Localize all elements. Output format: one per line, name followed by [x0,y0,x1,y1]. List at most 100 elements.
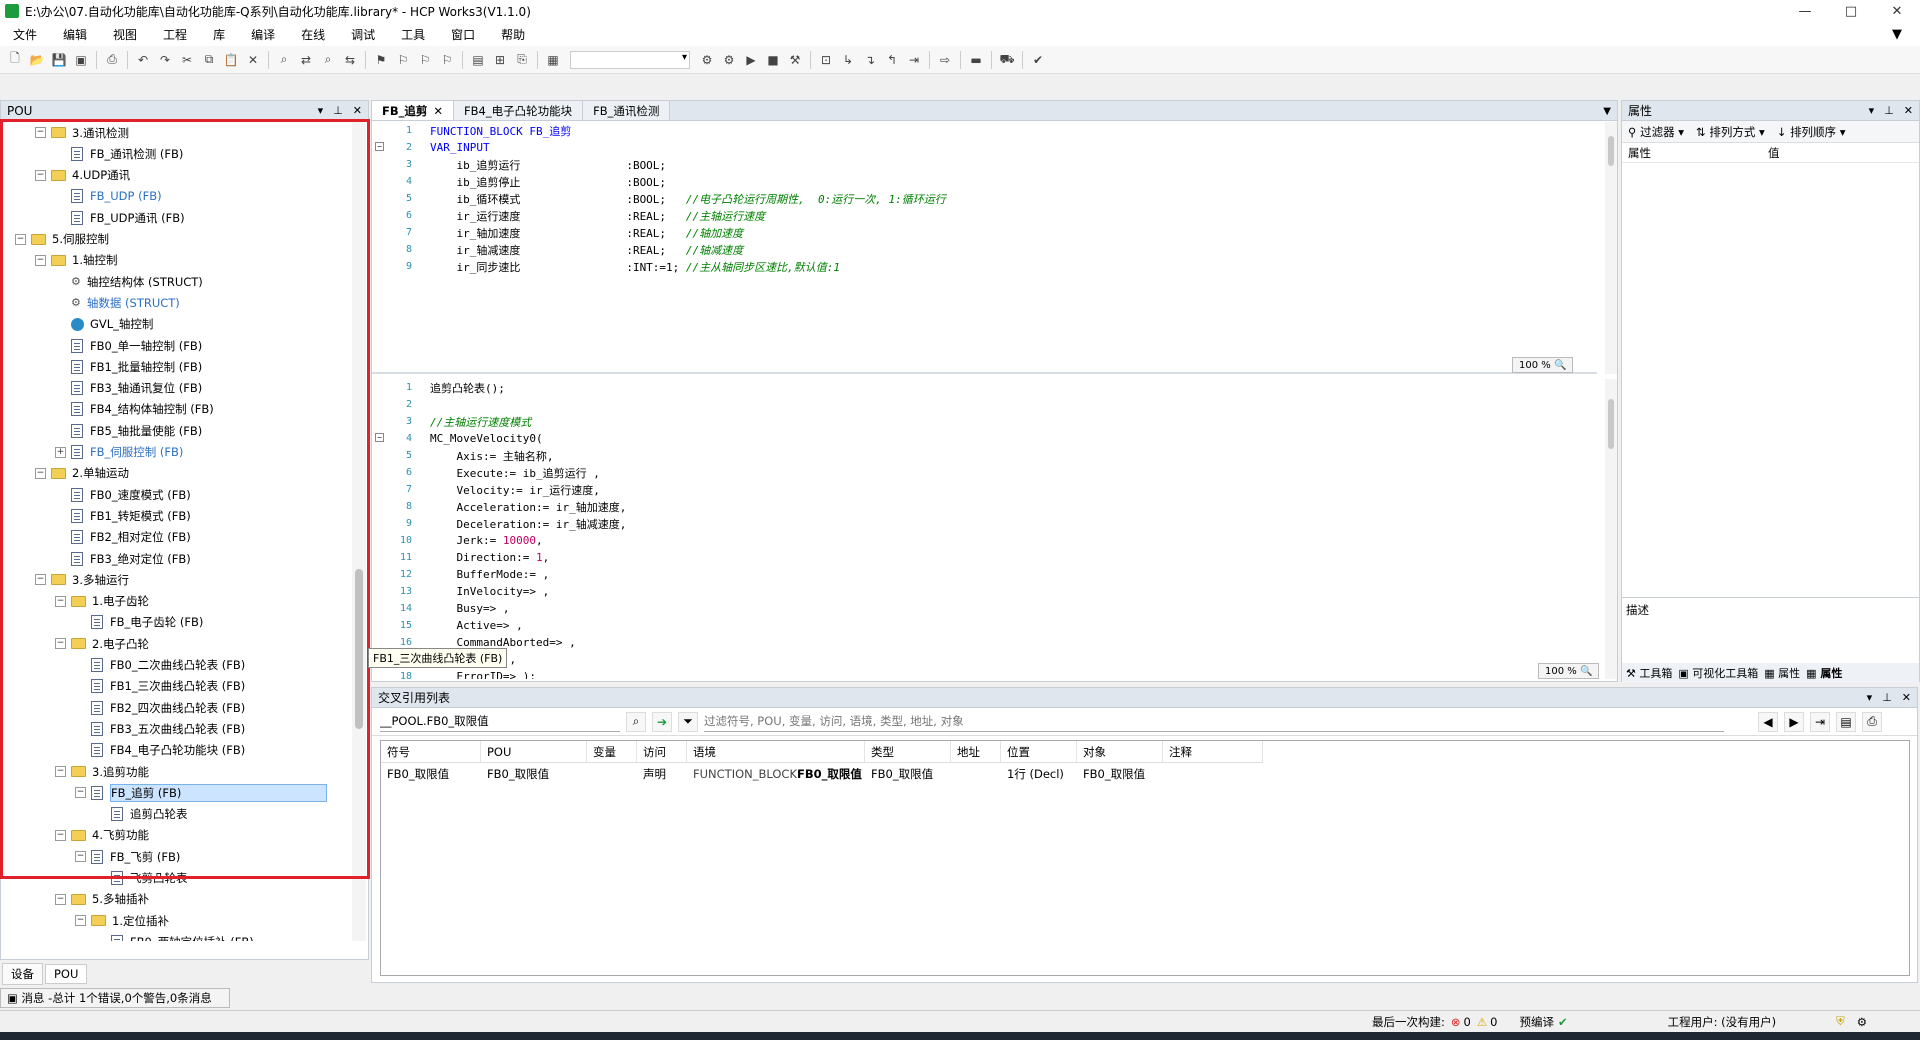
print-icon[interactable]: ⎙ [102,50,122,70]
tree-item[interactable]: FB1_转矩模式 (FB) [55,505,191,526]
xref-column-header[interactable]: POU [481,741,587,763]
tree-item[interactable]: FB5_轴批量使能 (FB) [55,420,202,441]
reset-icon[interactable]: ⚒ [785,50,805,70]
tree-item[interactable]: FB3_绝对定位 (FB) [55,548,191,569]
tree-item[interactable]: − 1.定位插补 [75,910,169,931]
tree-item[interactable]: FB3_五次曲线凸轮表 (FB) [75,718,245,739]
step-into-icon[interactable]: ↴ [860,50,880,70]
xref-column-header[interactable]: 地址 [951,741,1001,763]
impl-scrollbar[interactable] [1605,379,1617,679]
stop-icon[interactable]: ■ [763,50,783,70]
tab-toolbox[interactable]: ⚒ 工具箱 [1626,665,1672,681]
properties-icon[interactable]: ⎘ [512,50,532,70]
tree-expander-icon[interactable]: + [55,446,66,458]
menu-online[interactable]: 在线 [288,26,338,43]
code-line[interactable]: 1 追剪凸轮表(); [372,379,1597,396]
tree-item[interactable]: − 3.多轴运行 [35,569,129,590]
code-line[interactable]: 1 FUNCTION_BLOCK FB_追剪 [372,122,1597,139]
save-all-icon[interactable]: ▣ [71,50,91,70]
find-replace-icon[interactable]: ⇄ [296,50,316,70]
find-icon[interactable]: ⌕ [274,50,294,70]
xref-column-header[interactable]: 变量 [587,741,637,763]
cart-icon[interactable]: ⛟ [997,50,1017,70]
menu-project[interactable]: 工程 [150,26,200,43]
tree-expander-icon[interactable]: − [35,169,46,181]
device-icon[interactable]: ▦ [543,50,563,70]
paste-icon[interactable]: 📋 [221,50,241,70]
decl-zoom[interactable]: 100 % 🔍 [1512,357,1574,373]
tree-item[interactable]: 飞剪凸轮表 [95,868,188,889]
tree-expander-icon[interactable]: − [35,467,46,479]
pin-icon[interactable]: ⊥ [1884,104,1894,117]
tab-close-icon[interactable]: ✕ [433,104,443,118]
messages-tab[interactable]: ▣ 消息 -总计 1个错误,0个警告,0条消息 [0,988,230,1008]
xref-column-header[interactable]: 对象 [1077,741,1163,763]
tab-fb-comm-check[interactable]: FB_通讯检测 [583,101,671,120]
copy-icon[interactable]: ⧉ [199,50,219,70]
tree-expander-icon[interactable]: − [75,915,86,927]
menu-file[interactable]: 文件 [0,26,50,43]
code-line[interactable]: 11 Direction:= 1, [372,549,1597,566]
minimize-button[interactable]: — [1782,4,1828,19]
tab-fb-zhuijian[interactable]: FB_追剪 ✕ [372,101,455,120]
tree-expander-icon[interactable]: − [35,127,46,138]
tree-item[interactable]: FB_通讯检测 (FB) [55,143,183,164]
pin-icon[interactable]: ⊥ [1882,691,1892,704]
tab-pou[interactable]: POU [45,964,88,984]
save-icon[interactable]: 💾 [49,50,69,70]
code-line[interactable]: 4 ib_追剪停止 :BOOL; [372,173,1597,190]
filter-button[interactable]: ⚲ 过滤器 ▾ [1628,124,1684,140]
funnel-icon[interactable]: ⏷ [678,711,698,732]
funnel-icon[interactable]: ▼ [1892,27,1902,42]
settings-icon[interactable]: ⚙ [1857,1015,1867,1029]
xref-column-header[interactable]: 类型 [865,741,951,763]
bookmark-clear-icon[interactable]: ⚐ [437,50,457,70]
code-line[interactable]: 6 Execute:= ib_追剪运行 , [372,464,1597,481]
code-line[interactable]: 2− VAR_INPUT [372,139,1597,156]
tree-item[interactable]: FB2_四次曲线凸轮表 (FB) [75,697,245,718]
tree-expander-icon[interactable]: − [15,233,26,245]
menu-view[interactable]: 视图 [100,26,150,43]
impl-zoom[interactable]: 100 % 🔍 [1538,663,1600,679]
undo-icon[interactable]: ↶ [133,50,153,70]
sort-order-button[interactable]: ↓ 排列顺序 ▾ [1777,124,1846,140]
tab-devices[interactable]: 设备 [2,963,43,985]
tree-expander-icon[interactable]: − [55,893,66,905]
menu-edit[interactable]: 编辑 [50,26,100,43]
tree-item[interactable]: GVL_轴控制 [55,314,153,335]
run-to-cursor-icon[interactable]: ⇥ [904,50,924,70]
tree-item[interactable]: FB_UDP (FB) [55,186,162,207]
logout-icon[interactable]: ⚙ [719,50,739,70]
monitor-icon[interactable]: ▬ [966,50,986,70]
panel-menu-icon[interactable]: ▾ [1867,691,1873,704]
add-object-icon[interactable]: ⊞ [490,50,510,70]
bookmark-prev-icon[interactable]: ⚐ [415,50,435,70]
shield-icon[interactable]: ⛨ [1836,1014,1845,1029]
tree-expander-icon[interactable]: − [55,829,66,841]
code-line[interactable]: 9 Deceleration:= ir_轴减速度, [372,515,1597,532]
code-line[interactable]: 16 CommandAborted=> , [372,634,1597,651]
fold-icon[interactable]: − [375,142,384,151]
tree-item[interactable]: − 3.追剪功能 [55,761,149,782]
menu-debug[interactable]: 调试 [338,26,388,43]
tree-item[interactable]: FB1_三次曲线凸轮表 (FB) [75,676,245,697]
xref-column-header[interactable]: 语境 [687,741,865,763]
tree-item[interactable]: − FB_飞剪 (FB) [75,846,180,867]
maximize-button[interactable]: □ [1828,4,1874,19]
tree-item[interactable]: − 1.轴控制 [35,250,117,271]
tree-expander-icon[interactable]: − [35,574,46,586]
decl-scrollbar[interactable] [1605,122,1617,374]
tree-item[interactable]: FB0_两轴定位插补 (FB) [95,931,254,941]
step-over-icon[interactable]: ↳ [838,50,858,70]
menu-library[interactable]: 库 [200,26,238,43]
tree-item[interactable]: + FB_伺服控制 (FB) [55,442,183,463]
impl-scrollbar-thumb[interactable] [1608,399,1614,449]
tree-item[interactable]: − 4.飞剪功能 [55,825,149,846]
code-line[interactable]: 3 //主轴运行速度模式 [372,413,1597,430]
print-icon[interactable]: ⎙ [1862,711,1882,732]
tree-expander-icon[interactable]: − [55,638,66,650]
tree-item[interactable]: − 5.多轴插补 [55,889,149,910]
tree-item[interactable]: − 4.UDP通讯 [35,165,130,186]
go-icon[interactable]: ➔ [652,711,672,732]
write-values-icon[interactable]: ⇨ [935,50,955,70]
